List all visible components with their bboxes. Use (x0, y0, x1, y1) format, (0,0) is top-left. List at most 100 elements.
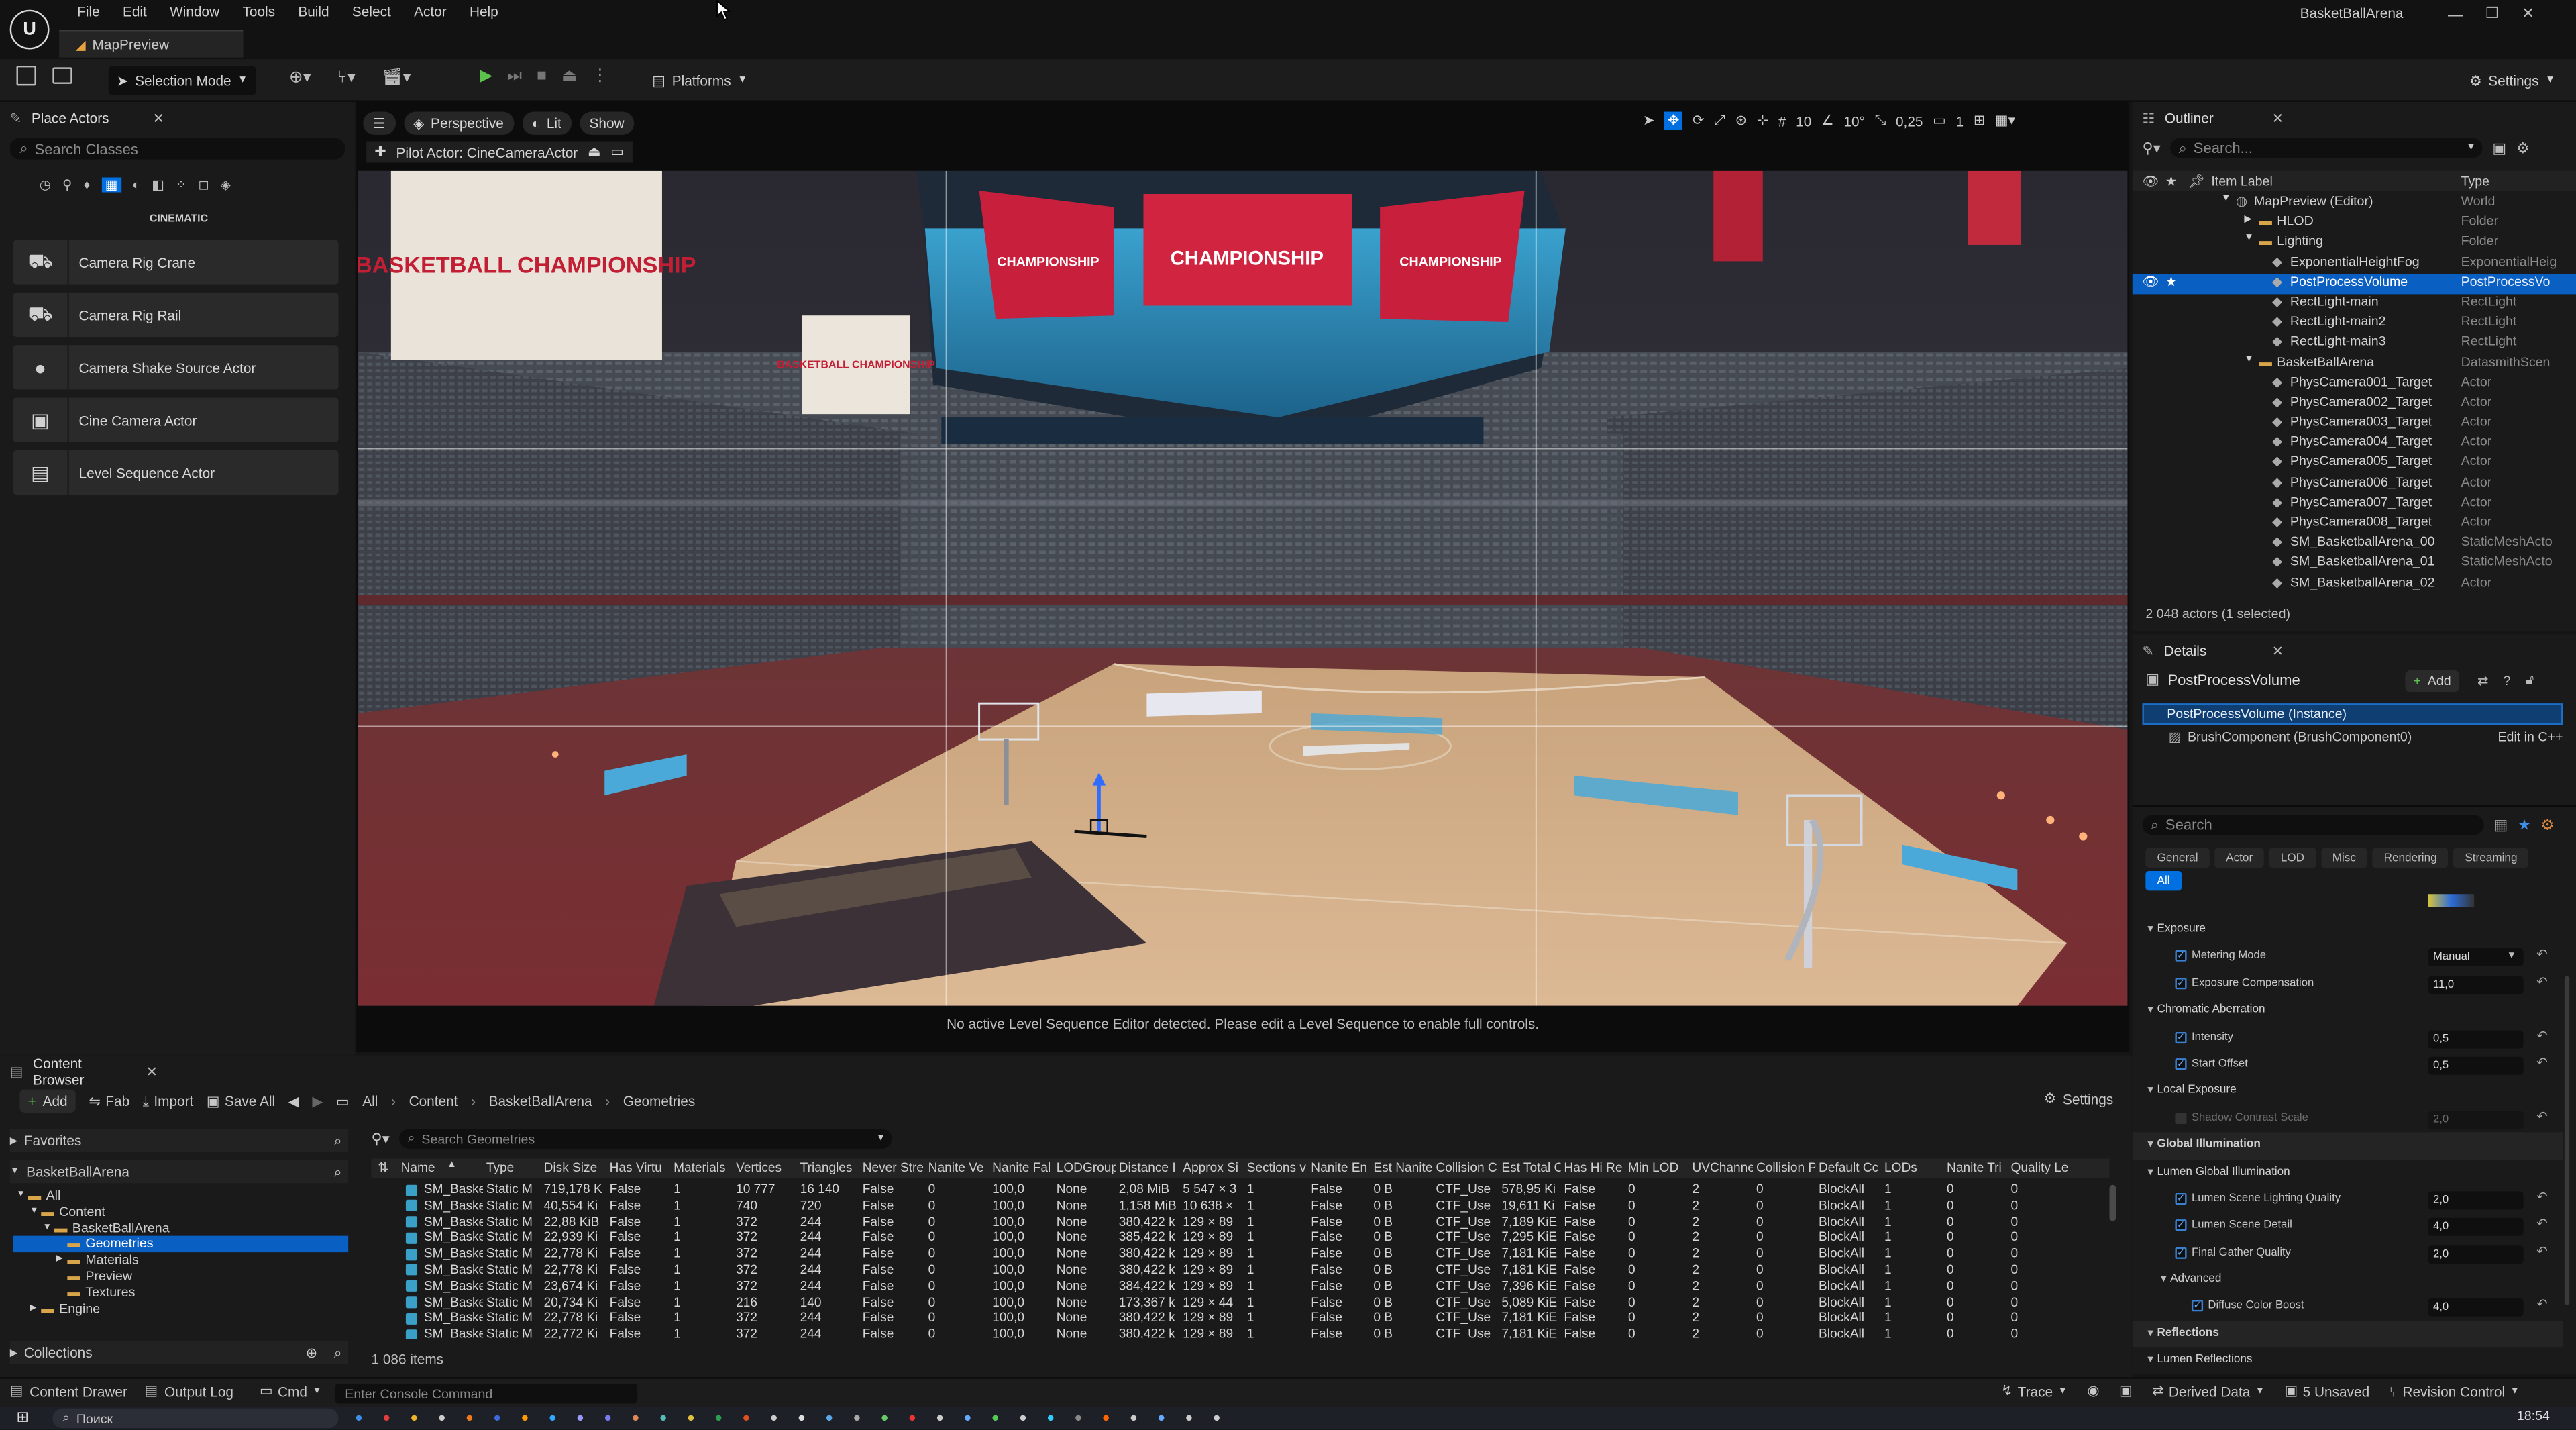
asset-row[interactable]: SM_BasketbaStatic M 22,939 Ki False 1 372 244… (371, 1230, 2109, 1246)
console-command-input[interactable]: Enter Console Command (335, 1384, 638, 1404)
property-value-field[interactable]: 4,0 (2428, 1218, 2524, 1237)
show-button[interactable]: Show (579, 111, 635, 135)
column-header[interactable]: LODs (1884, 1160, 1943, 1175)
column-header[interactable]: Nanite Tri (1947, 1160, 2008, 1175)
play-icon[interactable]: ▶ (480, 67, 492, 85)
ps-icon[interactable]: ● (549, 1410, 557, 1425)
opera-icon[interactable]: ● (382, 1410, 390, 1425)
category-header[interactable]: ▼ Local Exposure (2133, 1078, 2563, 1105)
place-actors-tab[interactable]: ✎ Place Actors ✕ (0, 105, 164, 132)
angle-snap-value[interactable]: 10° (1843, 113, 1864, 129)
restore-icon[interactable]: ❐ (2485, 5, 2499, 23)
shapes-icon[interactable]: ◈ (221, 177, 231, 192)
chevron-down-icon[interactable]: ▼ (2244, 354, 2254, 364)
document-tab[interactable]: ◢ MapPreview (59, 30, 244, 58)
folder-tree-item[interactable]: ▼ ▬ All (13, 1188, 349, 1205)
color-swatch[interactable] (2428, 894, 2475, 907)
github-icon[interactable]: ● (1213, 1410, 1221, 1425)
reset-to-default-icon[interactable]: ↶ (2536, 948, 2547, 962)
outliner-row[interactable]: ◆ RectLight-main2 RectLight (2133, 314, 2576, 334)
column-header[interactable]: Triangles (800, 1160, 859, 1175)
add-collection-icon[interactable]: ⊕ (306, 1343, 317, 1362)
minimize-icon[interactable]: — (2448, 6, 2463, 22)
app-icon[interactable]: ● (908, 1410, 916, 1425)
app-icon[interactable]: ● (991, 1410, 1000, 1425)
item-label-header[interactable]: Item Label (2211, 173, 2272, 188)
folder-tree-item[interactable]: ▶ ▬ Engine (13, 1301, 349, 1317)
outliner-row[interactable]: 👁︎ ★ ◆ PostProcessVolume PostProcessVo (2132, 274, 2576, 295)
menu-build[interactable]: Build (286, 0, 341, 23)
column-header[interactable]: Materials (674, 1160, 733, 1175)
app-icon[interactable]: ● (1046, 1410, 1055, 1425)
folder-tree-item[interactable]: ▬ Textures (13, 1285, 349, 1301)
search-classes-input[interactable]: ⌕ Search Classes (9, 138, 345, 160)
viewport-scene[interactable]: BASKETBALL CHAMPIONSHIP BASKETBALL CHAMP… (358, 170, 2128, 1006)
outliner-row[interactable]: ◆ RectLight-main3 RectLight (2133, 334, 2576, 354)
app-icon[interactable]: ● (1102, 1410, 1110, 1425)
outliner-row[interactable]: ◆ PhysCamera004_Target Actor (2133, 434, 2576, 454)
app-icon[interactable]: ● (936, 1410, 944, 1425)
lock-icon[interactable]: 🔓︎ (2525, 672, 2534, 688)
ai-icon[interactable]: ● (521, 1410, 529, 1425)
cinematics-icon[interactable]: 🎬︎▾ (382, 69, 411, 87)
property-row[interactable]: ✓ Exposure Compensation 11,0 ↶ (2133, 971, 2563, 998)
asset-row[interactable]: SM_BasketbaStatic M 719,178 K False 1 10 777… (371, 1182, 2109, 1198)
folder-tree-item[interactable]: ▬ Preview (13, 1269, 349, 1285)
content-settings-button[interactable]: ⚙ Settings (2044, 1090, 2114, 1108)
filter-icon[interactable]: ⚲▾ (2142, 139, 2160, 157)
outliner-search-input[interactable]: ⌕ Search... ▼ (2170, 138, 2483, 158)
type-header[interactable]: Type (2461, 173, 2489, 188)
reset-to-default-icon[interactable]: ↶ (2536, 1190, 2547, 1205)
column-header[interactable]: Name (401, 1160, 483, 1175)
actor-camera-rig-crane[interactable]: ⛟ Camera Rig Crane (13, 240, 339, 285)
perspective-button[interactable]: ◈ Perspective (403, 111, 514, 135)
settings-dropdown[interactable]: ⚙ Settings ▼ (2461, 66, 2564, 95)
property-row[interactable]: ✓ Lumen Scene Lighting Quality 2,0 ↶ (2133, 1186, 2563, 1213)
column-header[interactable]: Collision P (1756, 1160, 1815, 1175)
component-row[interactable]: ▨ BrushComponent (BrushComponent0) Edit … (2169, 729, 2563, 744)
column-header[interactable]: Quality Le (2011, 1160, 2074, 1175)
stop-icon[interactable]: ■ (537, 67, 547, 85)
output-log-button[interactable]: ▤ Output Log (145, 1382, 233, 1400)
actor-camera-rig-rail[interactable]: ⛟ Camera Rig Rail (13, 292, 339, 338)
column-options-icon[interactable]: ⇅ (378, 1160, 388, 1175)
column-header[interactable]: Distance I (1119, 1160, 1180, 1175)
selection-mode-dropdown[interactable]: ➤ Selection Mode ▼ (108, 65, 257, 96)
outliner-row[interactable]: ▼ ▬ BasketBallArena DatasmithScen (2133, 354, 2576, 374)
favorites-star-icon[interactable]: ★ (2518, 816, 2531, 834)
trace-button[interactable]: ↯ Trace ▼ (2001, 1382, 2068, 1400)
app-icon[interactable]: ● (1185, 1410, 1193, 1425)
taskbar-search[interactable]: ⌕ Поиск (52, 1408, 339, 1429)
recent-icon[interactable]: ◷ (40, 177, 51, 192)
translate-tool-icon[interactable]: ✥ (1664, 111, 1683, 130)
override-checkbox[interactable]: ✓ (2175, 1192, 2187, 1205)
app-icon[interactable]: ● (1157, 1410, 1165, 1425)
property-value-field[interactable]: 11,0 (2428, 976, 2524, 994)
chevron-down-icon[interactable]: ▼ (2221, 194, 2231, 204)
property-row[interactable]: ✓ Metering Mode Manual ▾ ↶ (2133, 944, 2563, 971)
asset-row[interactable]: SM_BasketbaStatic M 22,778 Ki False 1 372 244… (371, 1246, 2109, 1262)
eject-pilot-icon[interactable]: ⏏ (588, 143, 601, 161)
platforms-dropdown[interactable]: ▤ Platforms ▼ (644, 66, 755, 95)
office-icon[interactable]: ● (742, 1410, 750, 1425)
store-icon[interactable]: ● (825, 1410, 833, 1425)
unsaved-button[interactable]: ▣ 5 Unsaved (2285, 1382, 2370, 1400)
world-space-icon[interactable]: ⊛ (1735, 112, 1747, 130)
details-scrollbar[interactable] (2564, 976, 2570, 1305)
search-geometries-input[interactable]: ⌕ Search Geometries ▼ (399, 1129, 893, 1149)
menu-select[interactable]: Select (341, 0, 402, 23)
override-checkbox[interactable] (2175, 1112, 2187, 1124)
asset-row[interactable]: SM_BasketbaStatic M 22,88 KiB False 1 372 244… (371, 1214, 2109, 1230)
outliner-row[interactable]: ◆ SM_BasketballArena_02 Actor (2133, 574, 2576, 595)
reset-to-default-icon[interactable]: ↶ (2536, 1243, 2547, 1258)
override-checkbox[interactable]: ✓ (2191, 1300, 2204, 1313)
basic-icon[interactable]: ⚲ (62, 177, 72, 192)
override-checkbox[interactable]: ✓ (2175, 950, 2187, 962)
close-tab-icon[interactable]: ✕ (2272, 642, 2284, 660)
category-header[interactable]: ▼ Lumen Reflections (2133, 1348, 2563, 1375)
column-header[interactable]: Disk Size (544, 1160, 606, 1175)
notes-icon[interactable]: ● (770, 1410, 778, 1425)
browse-icon[interactable] (52, 67, 72, 84)
outliner-row[interactable]: ◆ PhysCamera002_Target Actor (2133, 394, 2576, 414)
history-back-icon[interactable]: ◀ (288, 1092, 299, 1110)
